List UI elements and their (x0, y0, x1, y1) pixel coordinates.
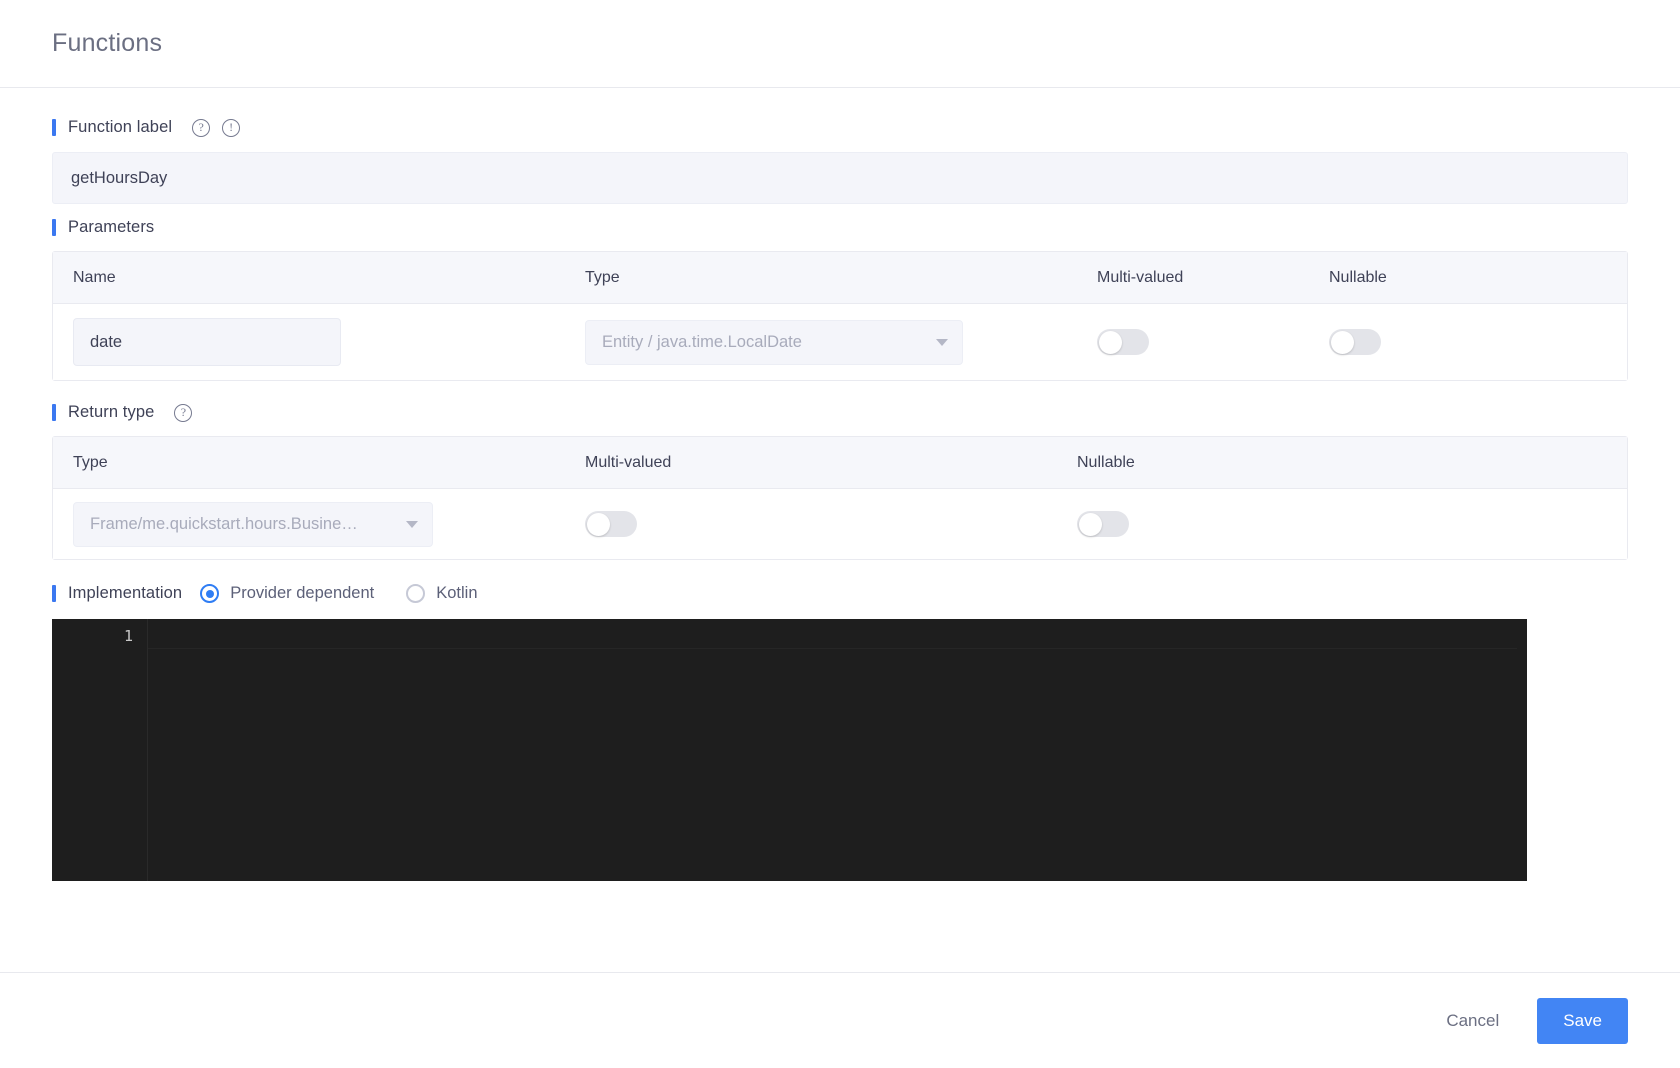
column-header-nullable: Nullable (1329, 268, 1387, 286)
parameters-label-text: Parameters (68, 218, 155, 236)
implementation-label-text: Implementation (68, 584, 183, 602)
radio-icon-selected (200, 584, 220, 603)
parameter-multi-valued-toggle[interactable] (1097, 329, 1149, 355)
return-type-multi-valued-toggle[interactable] (585, 511, 637, 537)
parameter-nullable-cell (1309, 329, 1531, 355)
column-header-name: Name (73, 268, 116, 286)
section-accent-bar (52, 585, 56, 602)
toggle-knob (1330, 330, 1354, 354)
chevron-down-icon (406, 520, 418, 528)
toggle-knob (1098, 330, 1122, 354)
return-type-select[interactable]: Frame/me.quickstart.hours.Busine… (73, 501, 433, 547)
column-header-multi-valued: Multi-valued (1097, 268, 1184, 286)
parameters-heading: Parameters (52, 218, 1628, 237)
return-type-nullable-toggle[interactable] (1077, 511, 1129, 537)
column-header-multi-valued: Multi-valued (585, 453, 672, 471)
return-type-table: Type Multi-valued Nullable Frame/me.quic… (52, 436, 1628, 560)
save-button[interactable]: Save (1537, 997, 1628, 1044)
parameters-section: Parameters Name Type Multi-valued Nullab… (52, 218, 1628, 381)
parameter-type-cell: Entity / java.time.LocalDate (565, 319, 1077, 365)
implementation-heading: Implementation (52, 584, 182, 603)
return-type-section: Return type ? Type Multi-valued Nullable… (52, 403, 1628, 560)
column-header-nullable: Nullable (1077, 453, 1135, 471)
toggle-knob (586, 512, 610, 536)
parameter-multi-valued-cell (1077, 329, 1309, 355)
return-type-heading: Return type ? (52, 403, 1628, 422)
parameter-name-cell: date (53, 318, 565, 366)
parameter-name-input[interactable]: date (73, 318, 341, 366)
code-editor[interactable]: 1 (52, 619, 1527, 881)
function-label-heading: Function label ? ! (52, 118, 1628, 137)
function-label-section: Function label ? ! getHoursDay (52, 118, 1628, 204)
page-title: Functions (52, 29, 163, 57)
question-circle-icon[interactable]: ? (174, 403, 193, 422)
form-body: Function label ? ! getHoursDay Parameter… (0, 88, 1680, 972)
parameter-type-value: Entity / java.time.LocalDate (602, 332, 802, 351)
parameters-table-header: Name Type Multi-valued Nullable (53, 252, 1627, 304)
section-accent-bar (52, 119, 56, 136)
dialog-footer: Cancel Save (0, 972, 1680, 1068)
parameters-table: Name Type Multi-valued Nullable date Ent… (52, 251, 1628, 381)
toggle-knob (1078, 512, 1102, 536)
editor-vertical-scrollbar[interactable] (1517, 619, 1527, 881)
page-header: Functions (0, 0, 1680, 88)
implementation-option-label: Kotlin (436, 584, 478, 602)
parameter-type-select[interactable]: Entity / java.time.LocalDate (585, 319, 963, 365)
exclamation-circle-icon[interactable]: ! (222, 118, 241, 137)
editor-divider (52, 648, 1527, 649)
return-type-multi-valued-cell (565, 511, 1057, 537)
return-type-table-header: Type Multi-valued Nullable (53, 437, 1627, 489)
function-label-text: Function label (68, 118, 173, 136)
return-type-value: Frame/me.quickstart.hours.Busine… (90, 514, 358, 533)
editor-gutter: 1 (52, 619, 148, 881)
radio-icon-unselected (406, 584, 426, 603)
column-header-type: Type (585, 268, 620, 286)
function-label-input[interactable]: getHoursDay (52, 152, 1628, 204)
implementation-option-label: Provider dependent (230, 584, 375, 602)
section-accent-bar (52, 219, 56, 236)
cancel-button[interactable]: Cancel (1442, 1005, 1503, 1037)
function-editor-page: Functions Function label ? ! getHoursDay… (0, 0, 1680, 1068)
return-type-type-cell: Frame/me.quickstart.hours.Busine… (53, 501, 565, 547)
chevron-down-icon (936, 338, 948, 346)
return-type-nullable-cell (1057, 511, 1527, 537)
question-circle-icon[interactable]: ? (192, 118, 211, 137)
implementation-section: Implementation Provider dependent Kotlin (52, 584, 1628, 603)
column-header-type: Type (73, 453, 108, 471)
return-type-label-text: Return type (68, 403, 155, 421)
line-number: 1 (123, 627, 133, 645)
implementation-option-kotlin[interactable]: Kotlin (406, 584, 478, 603)
implementation-option-provider-dependent[interactable]: Provider dependent (200, 584, 374, 603)
table-row: Frame/me.quickstart.hours.Busine… (53, 489, 1627, 559)
section-accent-bar (52, 404, 56, 421)
table-row: date Entity / java.time.LocalDate (53, 304, 1627, 380)
parameter-nullable-toggle[interactable] (1329, 329, 1381, 355)
